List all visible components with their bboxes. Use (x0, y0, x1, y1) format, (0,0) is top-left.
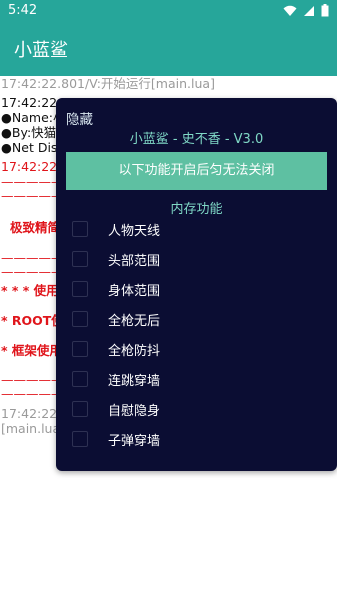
checkbox[interactable] (72, 281, 88, 297)
section-header-memory: 内存功能 (170, 202, 223, 217)
system-icons (283, 4, 329, 17)
option-label: 头部范围 (108, 253, 161, 269)
log-line: 17:42:22.801/V:开始运行[main.lua] (1, 76, 215, 91)
warning-banner-button[interactable]: 以下功能开启后匀无法关闭 (66, 152, 327, 190)
battery-icon (321, 4, 329, 17)
log-line: 极致精简 (10, 220, 61, 235)
checkbox[interactable] (72, 401, 88, 417)
app-title: 小蓝鲨 (14, 40, 68, 61)
checkbox[interactable] (72, 371, 88, 387)
option-anti-shake[interactable]: 全枪防抖 (72, 338, 160, 360)
checkbox[interactable] (72, 341, 88, 357)
checkbox[interactable] (72, 431, 88, 447)
option-self-invisible[interactable]: 自慰隐身 (72, 398, 160, 420)
floating-menu-panel[interactable]: 隐藏 小蓝鲨 - 史不香 - V3.0 以下功能开启后匀无法关闭 内存功能 人物… (56, 98, 337, 471)
app-bar: 小蓝鲨 (0, 24, 337, 76)
option-label: 连跳穿墙 (108, 373, 161, 389)
log-line: ●By:快猫 (1, 125, 57, 140)
status-time: 5:42 (8, 3, 38, 18)
option-no-recoil[interactable]: 全枪无后 (72, 308, 160, 330)
checkbox[interactable] (72, 251, 88, 267)
wifi-icon (283, 5, 297, 16)
checkbox[interactable] (72, 311, 88, 327)
option-label: 全枪无后 (108, 313, 161, 329)
option-bullet-through-wall[interactable]: 子弹穿墙 (72, 428, 160, 450)
option-label: 人物天线 (108, 223, 161, 239)
hide-button[interactable]: 隐藏 (66, 108, 93, 128)
checkbox[interactable] (72, 221, 88, 237)
menu-title: 小蓝鲨 - 史不香 - V3.0 (129, 132, 264, 147)
log-line: 17:42:22. (1, 406, 62, 421)
option-body-range[interactable]: 身体范围 (72, 278, 160, 300)
option-jump-through-wall[interactable]: 连跳穿墙 (72, 368, 160, 390)
option-label: 全枪防抖 (108, 343, 161, 359)
option-label: 身体范围 (108, 283, 161, 299)
option-head-range[interactable]: 头部范围 (72, 248, 160, 270)
signal-icon (304, 5, 314, 16)
log-line: 17:42:22. (1, 95, 62, 110)
log-line: * ROOT使 (1, 313, 64, 328)
status-bar: 5:42 (0, 0, 337, 24)
log-line: ●Net Dis (1, 140, 58, 155)
option-label: 子弹穿墙 (108, 433, 161, 449)
log-line: * 框架使用 (1, 343, 62, 358)
option-label: 自慰隐身 (108, 403, 161, 419)
log-line: 17:42:22. (1, 159, 62, 174)
option-character-antenna[interactable]: 人物天线 (72, 218, 160, 240)
